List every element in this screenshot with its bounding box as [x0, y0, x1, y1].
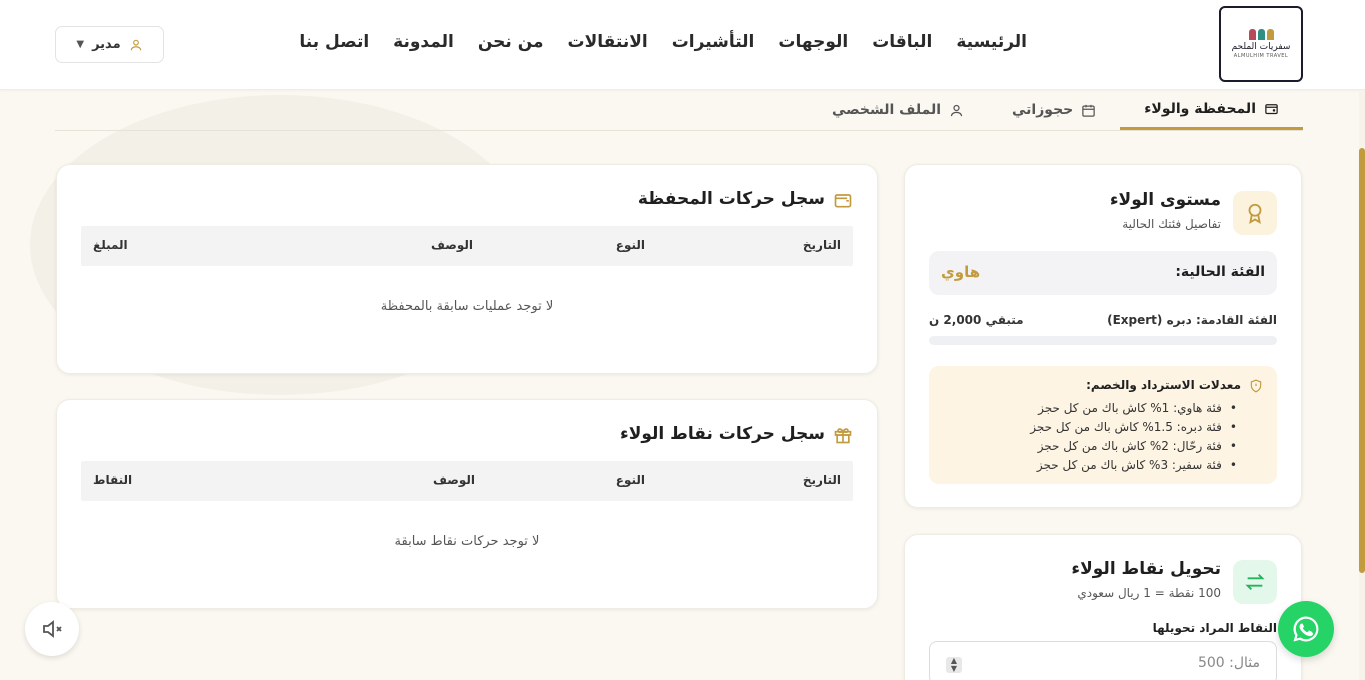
wallet-empty-message: لا توجد عمليات سابقة بالمحفظة — [380, 299, 554, 314]
brand-logo[interactable]: سفريات الملحم ALMULHIM TRAVEL — [1219, 6, 1303, 82]
calendar-icon — [1082, 104, 1096, 117]
site-header: سفريات الملحم ALMULHIM TRAVEL الرئيسية ا… — [0, 0, 1365, 90]
user-menu-button[interactable]: مدير ▼ — [55, 26, 164, 63]
points-remaining: متبقي 2,000 ن — [929, 313, 1024, 327]
nav-item-contact[interactable]: اتصل بنا — [299, 32, 369, 52]
logo-text-en: ALMULHIM TRAVEL — [1233, 52, 1289, 59]
whatsapp-button[interactable] — [1278, 601, 1334, 657]
column-header: المبلغ — [93, 238, 128, 252]
points-log-card: سجل حركات نقاط الولاء التاريخ النوع الوص… — [56, 399, 878, 609]
shield-alert-icon — [1250, 379, 1262, 393]
nav-item-packages[interactable]: الباقات — [872, 32, 932, 52]
exchange-icon-box — [1233, 560, 1277, 604]
gift-icon — [834, 428, 852, 444]
tab-profile[interactable]: الملف الشخصي — [808, 90, 988, 130]
user-icon — [950, 104, 963, 116]
points-empty-message: لا توجد حركات نقاط سابقة — [394, 534, 540, 549]
award-icon-box — [1233, 191, 1277, 235]
nav-item-blog[interactable]: المدونة — [393, 32, 454, 52]
column-header: الوصف — [430, 238, 473, 252]
column-header: التاريخ — [802, 473, 841, 487]
tab-label: المحفظة والولاء — [1144, 100, 1256, 117]
user-name: مدير — [92, 37, 121, 52]
nav-item-home[interactable]: الرئيسية — [956, 32, 1027, 52]
wallet-log-card: سجل حركات المحفظة التاريخ النوع الوصف ال… — [56, 164, 878, 374]
page-scrollbar[interactable] — [1359, 90, 1365, 680]
nav-item-transfers[interactable]: الانتقالات — [568, 32, 648, 52]
column-header: النوع — [615, 473, 645, 487]
logo-text-ar: سفريات الملحم — [1231, 42, 1291, 53]
rates-title: معدلات الاسترداد والخصم: — [1086, 378, 1241, 392]
whatsapp-icon — [1293, 616, 1319, 642]
rate-item: فئة سفير: 3% كاش باك من كل حجز — [1030, 456, 1237, 475]
tab-bookings[interactable]: حجوزاتي — [988, 90, 1120, 130]
rate-item: فئة دبره: 1.5% كاش باك من كل حجز — [1030, 418, 1237, 437]
tab-wallet-loyalty[interactable]: المحفظة والولاء — [1120, 90, 1303, 130]
award-icon — [1248, 203, 1262, 224]
main-nav: الرئيسية الباقات الوجهات التأشيرات الانت… — [299, 32, 1027, 52]
nav-item-visas[interactable]: التأشيرات — [672, 32, 755, 52]
account-tabs: المحفظة والولاء حجوزاتي الملف الشخصي — [55, 90, 1303, 131]
rate-item: فئة هاوي: 1% كاش باك من كل حجز — [1030, 399, 1237, 418]
exchange-arrows-icon — [1245, 574, 1265, 590]
nav-item-about[interactable]: من نحن — [478, 32, 544, 52]
tab-label: حجوزاتي — [1012, 102, 1074, 118]
number-stepper[interactable]: ▲ ▼ — [946, 657, 962, 673]
column-header: النقاط — [93, 473, 133, 487]
wallet-table-header: التاريخ النوع الوصف المبلغ — [81, 226, 853, 266]
convert-title: تحويل نقاط الولاء — [1071, 559, 1221, 579]
loyalty-level-card: مستوى الولاء تفاصيل فئتك الحالية الفئة ا… — [904, 164, 1302, 508]
current-tier-label: الفئة الحالية: — [1175, 264, 1265, 280]
points-field-label: النقاط المراد تحويلها — [1152, 621, 1277, 635]
convert-points-card: تحويل نقاط الولاء 100 نقطة = 1 ريال سعود… — [904, 534, 1302, 680]
scrollbar-thumb[interactable] — [1359, 148, 1365, 573]
column-header: النوع — [615, 238, 645, 252]
tier-progress-bar — [929, 336, 1277, 345]
current-tier-value: هاوي — [941, 263, 981, 281]
next-tier-label: الفئة القادمة: دبره (Expert) — [1107, 313, 1277, 327]
tab-label: الملف الشخصي — [831, 102, 942, 118]
points-table-header: التاريخ النوع الوصف النقاط — [81, 461, 853, 501]
wallet-log-title: سجل حركات المحفظة — [637, 189, 825, 209]
rates-list: فئة هاوي: 1% كاش باك من كل حجز فئة دبره:… — [1030, 399, 1237, 475]
chevron-down-icon: ▼ — [76, 39, 85, 50]
convert-subtitle: 100 نقطة = 1 ريال سعودي — [1077, 586, 1221, 600]
logo-mark-icon — [1248, 29, 1274, 41]
points-input[interactable] — [929, 641, 1277, 680]
nav-item-destinations[interactable]: الوجهات — [778, 32, 848, 52]
points-log-title: سجل حركات نقاط الولاء — [620, 424, 825, 444]
rates-box: معدلات الاسترداد والخصم: فئة هاوي: 1% كا… — [929, 366, 1277, 484]
column-header: الوصف — [432, 473, 475, 487]
column-header: التاريخ — [802, 238, 841, 252]
user-icon — [130, 39, 141, 50]
loyalty-title: مستوى الولاء — [1109, 190, 1221, 210]
wallet-icon — [834, 194, 852, 208]
rate-item: فئة رحّال: 2% كاش باك من كل حجز — [1030, 437, 1237, 456]
sound-mute-button[interactable] — [25, 602, 79, 656]
loyalty-subtitle: تفاصيل فئتك الحالية — [1122, 217, 1221, 231]
current-tier-box: الفئة الحالية: هاوي — [929, 251, 1277, 295]
wallet-icon — [1265, 104, 1278, 115]
speaker-mute-icon — [43, 620, 62, 638]
